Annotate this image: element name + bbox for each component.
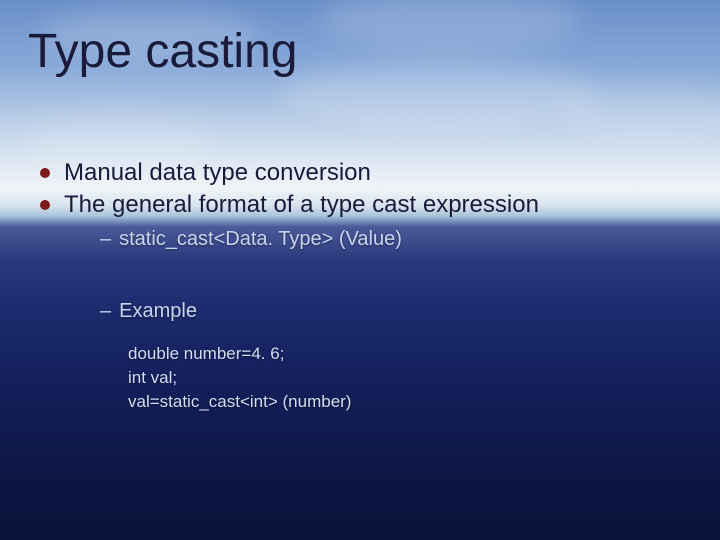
cloud-decoration bbox=[320, 0, 580, 50]
code-block: double number=4. 6; int val; val=static_… bbox=[128, 342, 690, 414]
bullet-text: Manual data type conversion bbox=[64, 158, 371, 188]
bullet-item: Manual data type conversion bbox=[40, 158, 690, 188]
bullet-icon bbox=[40, 200, 50, 210]
slide: Type casting Manual data type conversion… bbox=[0, 0, 720, 540]
sub-item: – static_cast<Data. Type> (Value) bbox=[100, 226, 690, 252]
dash-icon: – bbox=[100, 226, 111, 252]
code-line: double number=4. 6; bbox=[128, 342, 690, 366]
sub-item: – Example bbox=[100, 298, 690, 324]
syntax-text: static_cast<Data. Type> (Value) bbox=[119, 226, 402, 252]
bullet-text: The general format of a type cast expres… bbox=[64, 190, 539, 220]
sub-list: – static_cast<Data. Type> (Value) – Exam… bbox=[100, 226, 690, 324]
cloud-decoration bbox=[280, 60, 600, 130]
cloud-decoration bbox=[560, 90, 720, 140]
slide-title: Type casting bbox=[28, 24, 297, 79]
example-label: Example bbox=[119, 298, 197, 324]
slide-body: Manual data type conversion The general … bbox=[40, 158, 690, 414]
bullet-item: The general format of a type cast expres… bbox=[40, 190, 690, 220]
code-line: int val; bbox=[128, 366, 690, 390]
code-line: val=static_cast<int> (number) bbox=[128, 390, 690, 414]
bullet-icon bbox=[40, 168, 50, 178]
dash-icon: – bbox=[100, 298, 111, 324]
